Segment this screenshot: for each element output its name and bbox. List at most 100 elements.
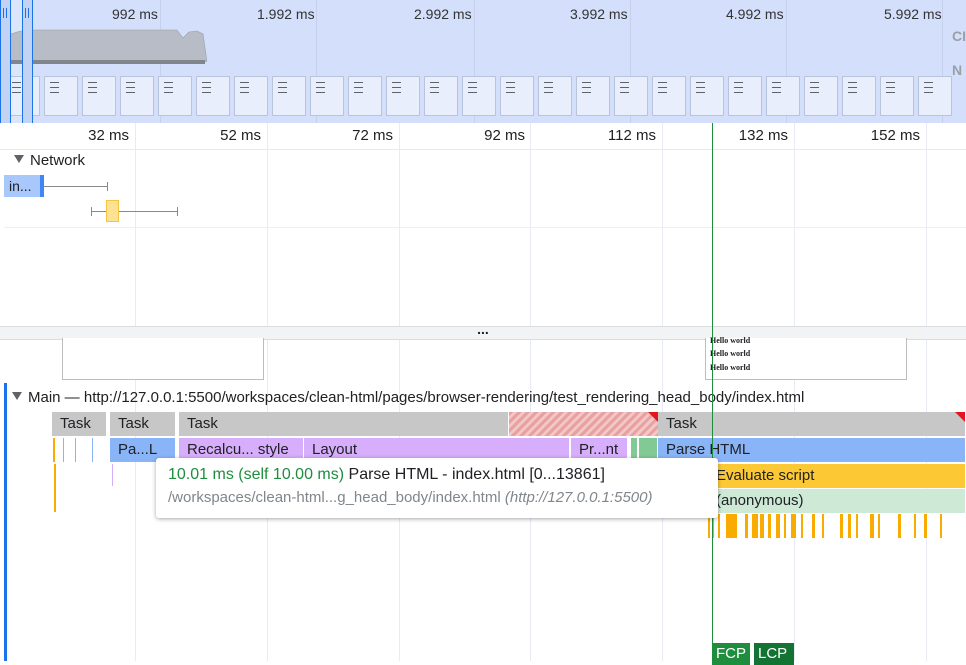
script-event-mark[interactable] bbox=[878, 514, 880, 538]
task-event[interactable]: Task bbox=[179, 412, 509, 436]
overview-tick: 2.992 ms bbox=[414, 6, 472, 22]
main-track-title: Main — http://127.0.0.1:5500/workspaces/… bbox=[28, 389, 805, 406]
script-event-mark[interactable] bbox=[940, 514, 942, 538]
screenshot-thumbnail[interactable] bbox=[614, 76, 648, 116]
script-event-mark[interactable] bbox=[914, 514, 916, 538]
network-track-title: Network bbox=[30, 152, 86, 169]
long-task-overage bbox=[509, 412, 658, 436]
network-request-bar[interactable]: in... bbox=[4, 175, 44, 197]
overview-cpu-label: CI bbox=[952, 28, 966, 44]
script-event-mark[interactable] bbox=[745, 514, 748, 538]
task-label: Task bbox=[187, 415, 218, 432]
script-event-mark[interactable] bbox=[840, 514, 843, 538]
screenshot-thumbnail[interactable] bbox=[766, 76, 800, 116]
screenshot-thumbnail[interactable] bbox=[918, 76, 952, 116]
screenshot-thumbnail[interactable] bbox=[576, 76, 610, 116]
event-label: Recalcu... style bbox=[187, 441, 289, 458]
ruler-tick: 112 ms bbox=[607, 127, 656, 144]
script-event-mark[interactable] bbox=[760, 514, 764, 538]
network-request-whisker-cap bbox=[107, 182, 108, 191]
lcp-label: LCP bbox=[758, 645, 788, 662]
script-event-mark[interactable] bbox=[856, 514, 858, 538]
ruler-tick: 52 ms bbox=[220, 127, 261, 144]
screenshot-thumbnail[interactable] bbox=[880, 76, 914, 116]
screenshot-thumbnail[interactable] bbox=[82, 76, 116, 116]
timeline-overview[interactable]: 992 ms 1.992 ms 2.992 ms 3.992 ms 4.992 … bbox=[0, 0, 966, 123]
collapse-triangle-icon[interactable] bbox=[12, 392, 22, 400]
tooltip-origin: (http://127.0.0.1:5500) bbox=[504, 489, 653, 506]
anonymous-function-event[interactable]: (anonymous) bbox=[708, 489, 966, 513]
screenshot-thumbnail[interactable] bbox=[690, 76, 724, 116]
overview-left-handle[interactable] bbox=[0, 0, 11, 123]
script-event-mark[interactable] bbox=[768, 514, 771, 538]
event-label: Pa...L bbox=[118, 441, 158, 458]
event-tooltip: 10.01 ms (self 10.00 ms) Parse HTML - in… bbox=[156, 458, 718, 518]
script-event-mark[interactable] bbox=[718, 514, 720, 538]
screenshot-thumbnail[interactable] bbox=[804, 76, 838, 116]
screenshot-frame[interactable]: Hello world Hello world Hello world bbox=[705, 336, 907, 380]
fcp-marker-line bbox=[712, 123, 713, 661]
screenshot-thumbnail[interactable] bbox=[538, 76, 572, 116]
script-event-mark[interactable] bbox=[791, 514, 796, 538]
screenshot-thumbnail[interactable] bbox=[234, 76, 268, 116]
script-event-mark[interactable] bbox=[784, 514, 786, 538]
script-event-mark[interactable] bbox=[924, 514, 927, 538]
ruler-tick: 32 ms bbox=[88, 127, 129, 144]
script-event-mark[interactable] bbox=[801, 514, 803, 538]
cpu-activity-chart bbox=[7, 29, 207, 62]
loading-event-mark[interactable] bbox=[63, 438, 64, 462]
screenshot-thumbnail[interactable] bbox=[348, 76, 382, 116]
screenshot-frame[interactable] bbox=[62, 338, 264, 380]
ruler-tick: 72 ms bbox=[352, 127, 393, 144]
script-event-mark[interactable] bbox=[53, 438, 55, 462]
screenshot-thumbnail[interactable] bbox=[272, 76, 306, 116]
script-event-mark[interactable] bbox=[54, 464, 56, 512]
main-track-header[interactable]: Main — http://127.0.0.1:5500/workspaces/… bbox=[12, 389, 804, 406]
rendering-event-mark[interactable] bbox=[112, 464, 113, 486]
evaluate-script-event[interactable]: Evaluate script bbox=[708, 464, 966, 488]
screenshot-thumbnail[interactable] bbox=[424, 76, 458, 116]
screenshot-thumbnail[interactable] bbox=[196, 76, 230, 116]
network-request-bar[interactable] bbox=[106, 200, 119, 222]
network-track-header[interactable]: Network bbox=[14, 152, 85, 169]
timeline-gridline bbox=[926, 123, 927, 661]
screenshot-thumbnail[interactable] bbox=[386, 76, 420, 116]
screenshot-thumbnail[interactable] bbox=[120, 76, 154, 116]
screenshot-thumbnail[interactable] bbox=[842, 76, 876, 116]
task-event[interactable]: Task bbox=[110, 412, 176, 436]
task-event[interactable]: Task bbox=[52, 412, 107, 436]
fcp-marker[interactable]: FCP bbox=[712, 643, 750, 665]
long-task-warning-icon bbox=[648, 412, 658, 422]
screenshot-thumbnail[interactable] bbox=[728, 76, 762, 116]
tooltip-duration: 10.01 ms (self 10.00 ms) bbox=[168, 466, 345, 483]
event-label: (anonymous) bbox=[716, 492, 804, 509]
network-request-whisker bbox=[91, 211, 178, 212]
screenshot-thumbnail[interactable] bbox=[462, 76, 496, 116]
script-event-mark[interactable] bbox=[752, 514, 758, 538]
overview-net-label: N bbox=[952, 62, 963, 78]
network-divider bbox=[4, 227, 966, 228]
tooltip-heading: 10.01 ms (self 10.00 ms) Parse HTML - in… bbox=[168, 466, 706, 484]
loading-event-mark[interactable] bbox=[92, 438, 93, 462]
script-event-mark[interactable] bbox=[898, 514, 901, 538]
overview-right-handle[interactable] bbox=[22, 0, 33, 123]
script-event-mark[interactable] bbox=[812, 514, 815, 538]
event-label: Pr...nt bbox=[579, 441, 619, 458]
script-event-mark[interactable] bbox=[870, 514, 874, 538]
screenshot-thumbnail[interactable] bbox=[310, 76, 344, 116]
collapse-triangle-icon[interactable] bbox=[14, 155, 24, 163]
screenshot-thumbnail[interactable] bbox=[500, 76, 534, 116]
script-event-mark[interactable] bbox=[776, 514, 780, 538]
screenshot-thumbnail[interactable] bbox=[652, 76, 686, 116]
task-label: Task bbox=[60, 415, 91, 432]
task-event[interactable]: Task bbox=[658, 412, 966, 436]
script-event-mark[interactable] bbox=[848, 514, 851, 538]
cpu-baseline bbox=[5, 60, 205, 64]
screenshot-thumbnail[interactable] bbox=[158, 76, 192, 116]
script-event-mark[interactable] bbox=[822, 514, 824, 538]
loading-event-mark[interactable] bbox=[75, 438, 76, 462]
screenshot-thumbnail[interactable] bbox=[44, 76, 78, 116]
script-event-mark[interactable] bbox=[732, 514, 737, 538]
tooltip-title: Parse HTML - index.html [0...13861] bbox=[348, 466, 605, 483]
lcp-marker[interactable]: LCP bbox=[754, 643, 794, 665]
